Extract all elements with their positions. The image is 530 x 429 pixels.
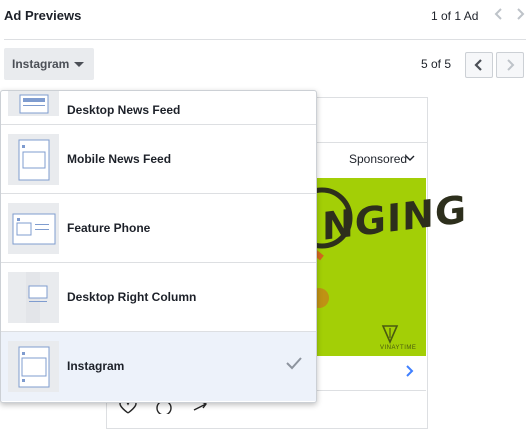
mobile-news-feed-thumbnail xyxy=(8,134,59,185)
chevron-right-icon xyxy=(517,8,525,20)
next-ad-button[interactable] xyxy=(515,7,525,24)
caret-down-icon xyxy=(74,61,85,67)
desktop-right-column-thumbnail xyxy=(8,272,59,323)
chevron-left-icon xyxy=(494,8,502,20)
chevron-left-icon xyxy=(474,59,482,71)
prev-ad-button[interactable] xyxy=(494,7,504,24)
panel-title: Ad Previews xyxy=(4,8,82,23)
placement-counter: 5 of 5 xyxy=(421,57,452,71)
placement-option-feature-phone[interactable]: Feature Phone xyxy=(1,194,316,263)
share-icon xyxy=(193,401,208,411)
placement-option-instagram[interactable]: Instagram xyxy=(1,332,316,401)
sponsored-menu-icon[interactable] xyxy=(405,151,415,165)
checkmark-icon xyxy=(285,356,303,375)
option-label: Desktop Right Column xyxy=(67,290,197,304)
chevron-right-icon xyxy=(507,59,515,71)
instagram-thumbnail xyxy=(8,341,59,392)
cta-chevron-icon[interactable] xyxy=(404,364,414,383)
ad-counter: 1 of 1 Ad xyxy=(431,9,479,23)
option-label: Desktop News Feed xyxy=(67,103,181,117)
option-label: Feature Phone xyxy=(67,221,151,235)
header-divider xyxy=(4,39,526,40)
desktop-news-feed-thumbnail xyxy=(8,91,59,116)
next-placement-button[interactable] xyxy=(496,52,524,78)
placement-dropdown-button[interactable]: Instagram xyxy=(4,48,94,80)
sponsored-label: Sponsored xyxy=(349,152,408,166)
placement-option-desktop-news-feed[interactable]: Desktop News Feed xyxy=(1,91,316,125)
option-label: Mobile News Feed xyxy=(67,152,172,166)
feature-phone-thumbnail xyxy=(8,203,59,254)
placement-selected-label: Instagram xyxy=(12,57,70,71)
placement-option-desktop-right-column[interactable]: Desktop Right Column xyxy=(1,263,316,332)
brand-text: VINAYTIME xyxy=(380,345,417,351)
prev-placement-button[interactable] xyxy=(465,52,493,78)
placement-option-mobile-news-feed[interactable]: Mobile News Feed xyxy=(1,125,316,194)
option-label: Instagram xyxy=(67,359,125,373)
placement-dropdown-menu: Desktop News Feed Mobile News Feed Featu… xyxy=(0,90,317,403)
